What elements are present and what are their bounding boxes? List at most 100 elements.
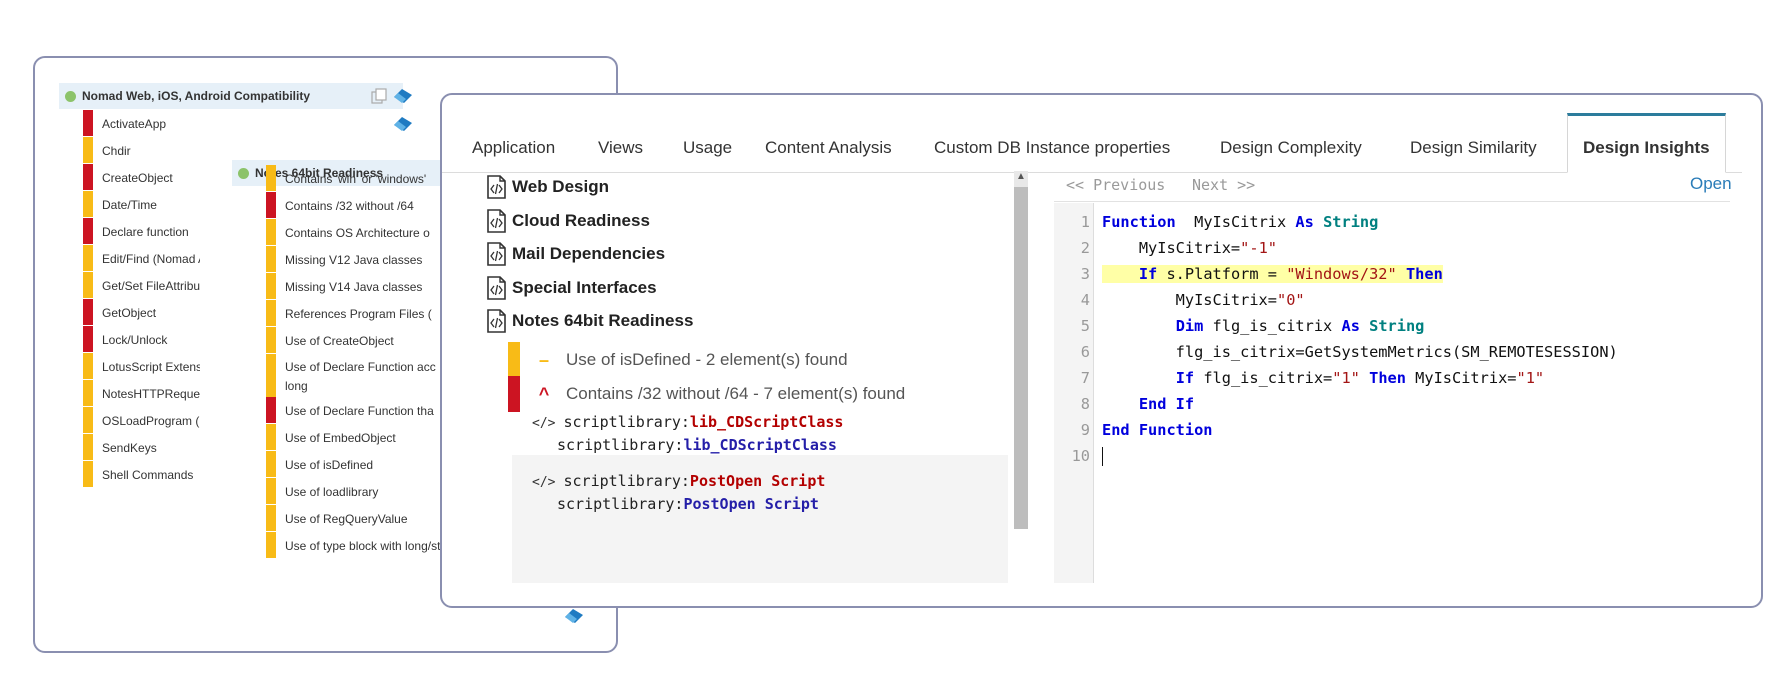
list-item[interactable]: Declare function — [83, 218, 200, 244]
scrollbar[interactable]: ▲ — [1014, 171, 1028, 529]
list-item[interactable]: Use of loadlibrary — [266, 478, 444, 504]
reference-prefix: scriptlibrary: — [557, 436, 684, 454]
code-text: MyIsCitrix="0" — [1102, 291, 1305, 309]
eraser-icon[interactable] — [392, 115, 414, 131]
list-item[interactable]: Missing V14 Java classes — [266, 273, 444, 299]
list-item-label: CreateObject — [102, 171, 173, 185]
reference-prefix: scriptlibrary: — [563, 413, 690, 431]
list-item[interactable]: Date/Time — [83, 191, 200, 217]
list-item[interactable]: Lock/Unlock — [83, 326, 200, 352]
list-item[interactable]: Use of type block with long/string — [266, 532, 444, 558]
section-label: Mail Dependencies — [512, 244, 666, 263]
section-notes-64bit-readiness[interactable]: Notes 64bit Readiness — [486, 309, 693, 333]
finding-row[interactable]: ^ Contains /32 without /64 - 7 element(s)… — [508, 376, 905, 412]
reference-prefix: scriptlibrary: — [557, 495, 684, 513]
list-item[interactable]: Get/Set FileAttribute — [83, 272, 200, 298]
group-header-web[interactable]: Nomad Web, iOS, Android Compatibility — [59, 83, 403, 109]
eraser-icon[interactable] — [392, 87, 414, 103]
code-text: MyIsCitrix="-1" — [1102, 239, 1277, 257]
line-number: 1 — [1080, 213, 1090, 231]
line-number: 4 — [1080, 291, 1090, 309]
status-dot — [238, 167, 249, 179]
previous-link[interactable]: << Previous — [1066, 176, 1165, 194]
code-tag-icon: </> — [532, 475, 556, 490]
list-item[interactable]: Shell Commands — [83, 461, 200, 487]
list-item-label: Lock/Unlock — [102, 333, 168, 347]
list-item[interactable]: OSLoadProgram (No — [83, 407, 200, 433]
scroll-up-icon[interactable]: ▲ — [1015, 171, 1027, 185]
code-text: End If — [1102, 395, 1194, 413]
severity-bar — [266, 219, 276, 245]
severity-bar — [266, 505, 276, 531]
line-number: 3 — [1080, 265, 1090, 283]
tab-content-analysis[interactable]: Content Analysis — [765, 123, 892, 173]
scroll-thumb[interactable] — [1014, 187, 1028, 529]
list-item[interactable]: ActivateApp — [83, 110, 200, 136]
reference-line[interactable]: </> scriptlibrary:lib_CDScriptClass — [532, 413, 843, 431]
list-item[interactable]: Contains OS Architecture o — [266, 219, 444, 245]
list-item[interactable]: Use of EmbedObject — [266, 424, 444, 450]
tab-usage[interactable]: Usage — [683, 123, 732, 173]
code-line: 4 MyIsCitrix="0" — [1054, 287, 1730, 313]
severity-bar — [83, 218, 93, 244]
severity-bar — [83, 191, 93, 217]
list-item[interactable]: SendKeys — [83, 434, 200, 460]
code-file-icon — [487, 275, 506, 300]
severity-bar — [83, 299, 93, 325]
list-item[interactable]: Chdir — [83, 137, 200, 163]
code-token: Function — [1102, 213, 1176, 231]
minus-icon: – — [538, 349, 549, 370]
code-token: MyIsCitrix — [1175, 213, 1296, 231]
code-token: "0" — [1276, 291, 1305, 309]
list-item[interactable]: Use of isDefined — [266, 451, 444, 477]
section-mail-dependencies[interactable]: Mail Dependencies — [486, 242, 665, 266]
list-item-label: Get/Set FileAttribute — [102, 279, 200, 293]
code-token: End If — [1138, 395, 1195, 413]
list-item[interactable]: Missing V12 Java classes — [266, 246, 444, 272]
section-web-design[interactable]: Web Design — [486, 175, 609, 199]
section-cloud-readiness[interactable]: Cloud Readiness — [486, 208, 650, 233]
list-item[interactable]: Use of Declare Function tha — [266, 397, 444, 423]
finding-row[interactable]: – Use of isDefined - 2 element(s) found — [508, 342, 848, 378]
tab-design-complexity[interactable]: Design Complexity — [1220, 123, 1362, 173]
tab-custom-db-instance-properties[interactable]: Custom DB Instance properties — [934, 123, 1170, 173]
code-token: MyIsCitrix= — [1102, 239, 1241, 257]
code-token: "-1" — [1240, 239, 1277, 257]
tab-design-similarity[interactable]: Design Similarity — [1410, 123, 1537, 173]
severity-bar — [266, 478, 276, 504]
list-item[interactable]: LotusScript Extensic — [83, 353, 200, 379]
next-link[interactable]: Next >> — [1192, 176, 1255, 194]
list-item[interactable]: Edit/Find (Nomad Ar — [83, 245, 200, 271]
list-item[interactable]: Use of RegQueryValue — [266, 505, 444, 531]
list-item[interactable]: Use of CreateObject — [266, 327, 444, 353]
tab-application[interactable]: Application — [472, 123, 555, 173]
reference-line[interactable]: </> scriptlibrary:PostOpen Script — [532, 472, 825, 490]
list-item[interactable]: References Program Files ( — [266, 300, 444, 326]
severity-bar — [266, 451, 276, 477]
section-special-interfaces[interactable]: Special Interfaces — [486, 275, 657, 300]
code-text: Dim flg_is_citrix As String — [1102, 317, 1425, 335]
reference-line[interactable]: scriptlibrary:PostOpen Script — [557, 495, 819, 513]
copy-icon[interactable] — [371, 88, 387, 104]
code-token: flg_is_citrix — [1203, 317, 1342, 335]
list-item[interactable]: Contains /32 without /64 — [266, 192, 444, 218]
list-item[interactable]: CreateObject — [83, 164, 200, 190]
list-item[interactable]: NotesHTTPRequest — [83, 380, 200, 406]
list-item[interactable]: Contains 'win' or 'windows' — [266, 165, 444, 191]
line-number: 9 — [1080, 421, 1090, 439]
reference-line[interactable]: scriptlibrary:lib_CDScriptClass — [557, 436, 837, 454]
code-token: As — [1295, 213, 1314, 231]
list-item[interactable]: Use of Declare Function acc long — [266, 354, 444, 402]
tab-design-insights[interactable]: Design Insights — [1567, 113, 1726, 173]
line-number: 2 — [1080, 239, 1090, 257]
list-item-label: Use of Declare Function acc long — [285, 360, 436, 393]
list-item[interactable]: GetObject — [83, 299, 200, 325]
eraser-icon[interactable] — [563, 607, 585, 623]
reference-name: PostOpen Script — [683, 495, 819, 513]
tab-views[interactable]: Views — [598, 123, 643, 173]
open-link[interactable]: Open — [1690, 174, 1732, 194]
